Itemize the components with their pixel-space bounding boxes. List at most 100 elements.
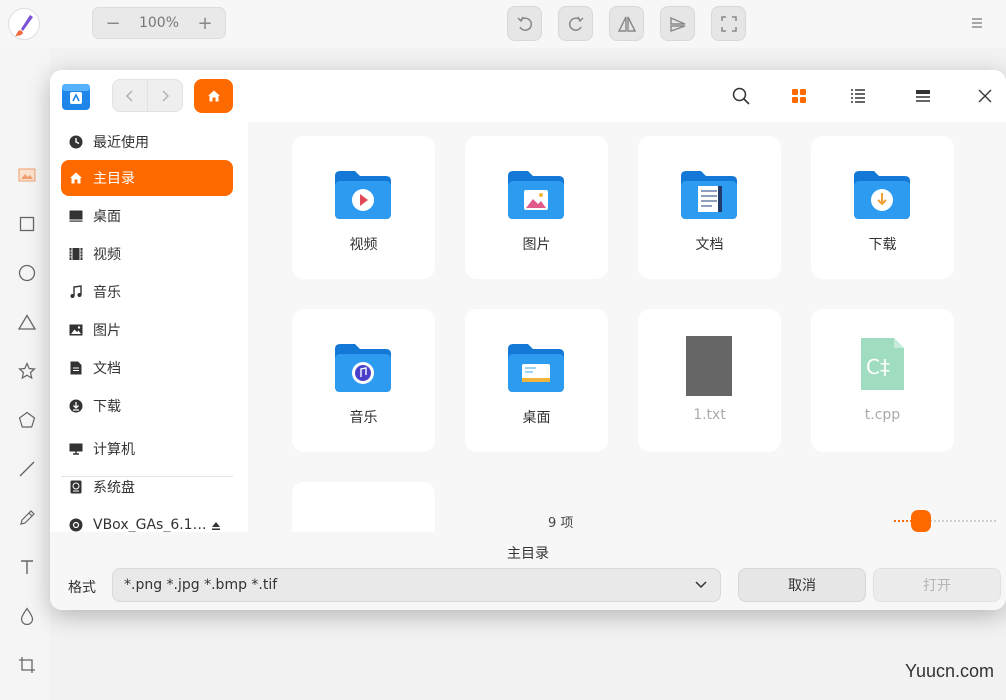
picture-icon bbox=[68, 322, 84, 338]
image-tool[interactable] bbox=[16, 164, 38, 186]
file-item-label: 视频 bbox=[349, 237, 378, 253]
breadcrumb-home-button[interactable] bbox=[194, 79, 233, 113]
sidebar-item-pictures[interactable]: 图片 bbox=[61, 312, 233, 348]
pentagon-icon bbox=[18, 411, 36, 428]
video-icon bbox=[68, 246, 84, 262]
flip-horizontal-button[interactable] bbox=[609, 6, 644, 41]
sidebar-item-label: 图片 bbox=[93, 323, 121, 339]
line-tool[interactable] bbox=[16, 458, 38, 480]
close-button[interactable] bbox=[974, 85, 996, 107]
back-button[interactable] bbox=[113, 80, 147, 111]
sidebar-item-home[interactable]: 主目录 bbox=[61, 160, 233, 196]
sidebar-item-label: 计算机 bbox=[93, 442, 135, 458]
dialog-titlebar bbox=[50, 70, 1006, 122]
flip-vertical-button[interactable] bbox=[660, 6, 695, 41]
icon-size-slider-handle[interactable] bbox=[911, 510, 931, 532]
ellipse-tool[interactable] bbox=[16, 262, 38, 284]
home-icon bbox=[207, 90, 220, 102]
document-icon bbox=[68, 360, 84, 376]
format-select[interactable]: *.png *.jpg *.bmp *.tif bbox=[112, 568, 721, 602]
line-icon bbox=[19, 461, 35, 477]
open-button[interactable]: 打开 bbox=[873, 568, 1001, 602]
grid-view-icon bbox=[792, 89, 806, 103]
video-folder-icon bbox=[335, 171, 391, 219]
file-item-pictures-folder[interactable]: 图片 bbox=[465, 136, 608, 279]
file-item-videos-folder[interactable]: 视频 bbox=[292, 136, 435, 279]
triangle-tool[interactable] bbox=[16, 311, 38, 333]
undo-button[interactable] bbox=[507, 6, 542, 41]
pencil-icon bbox=[20, 510, 35, 525]
main-menu-button[interactable] bbox=[970, 14, 984, 32]
search-icon bbox=[732, 87, 750, 105]
zoom-control: − 100% + bbox=[92, 7, 226, 39]
pencil-tool[interactable] bbox=[16, 507, 38, 529]
sidebar-item-videos[interactable]: 视频 bbox=[61, 236, 233, 272]
blur-tool[interactable] bbox=[16, 605, 38, 627]
file-item-label: 下载 bbox=[868, 237, 897, 253]
disk-icon bbox=[68, 479, 84, 495]
sidebar-item-downloads[interactable]: 下载 bbox=[61, 388, 233, 424]
icon-view-button[interactable] bbox=[788, 85, 810, 107]
file-item-t-cpp[interactable]: C‡ t.cpp bbox=[811, 309, 954, 452]
search-button[interactable] bbox=[730, 85, 752, 107]
text-icon bbox=[21, 560, 33, 574]
forward-button[interactable] bbox=[147, 80, 182, 111]
documents-folder-icon bbox=[681, 171, 737, 219]
desktop-icon bbox=[68, 208, 84, 224]
sidebar-item-label: 下载 bbox=[93, 399, 121, 415]
text-tool[interactable] bbox=[16, 556, 38, 578]
file-item-1-txt[interactable]: 1.txt bbox=[638, 309, 781, 452]
sidebar-item-desktop[interactable]: 桌面 bbox=[61, 198, 233, 234]
file-item-documents-folder[interactable]: 文档 bbox=[638, 136, 781, 279]
dialog-footer: 主目录 格式 *.png *.jpg *.bmp *.tif 取消 打开 bbox=[50, 532, 1006, 610]
sidebar-item-computer[interactable]: 计算机 bbox=[61, 431, 233, 467]
app-toolbar: − 100% + bbox=[0, 0, 1006, 48]
watermark-text: Yuucn.com bbox=[904, 661, 994, 681]
star-icon bbox=[18, 362, 36, 380]
file-item-label: 1.txt bbox=[693, 407, 726, 423]
list-view-button[interactable] bbox=[847, 85, 869, 107]
chevron-right-icon bbox=[162, 90, 169, 101]
sidebar-item-system-disk[interactable]: 系统盘 bbox=[61, 469, 233, 505]
icon-size-slider-track[interactable] bbox=[930, 520, 996, 523]
sidebar-item-label: 主目录 bbox=[93, 171, 135, 187]
star-tool[interactable] bbox=[16, 360, 38, 382]
item-count: 9 项 bbox=[548, 516, 574, 531]
svg-text:C‡: C‡ bbox=[866, 355, 890, 379]
crop-tool[interactable] bbox=[16, 654, 38, 676]
fit-screen-button[interactable] bbox=[711, 6, 746, 41]
file-item-label: 文档 bbox=[695, 237, 724, 253]
sidebar-item-recent[interactable]: 最近使用 bbox=[61, 124, 233, 160]
file-item-label: t.cpp bbox=[864, 407, 901, 423]
places-sidebar: 最近使用 主目录 桌面 视频 音乐 图片 文档 下载 计算机 系统盘 VBox_… bbox=[50, 122, 248, 533]
detail-view-button[interactable] bbox=[912, 85, 934, 107]
triangle-icon bbox=[18, 314, 36, 330]
file-item-downloads-folder[interactable]: 下载 bbox=[811, 136, 954, 279]
file-item-desktop-folder[interactable]: 桌面 bbox=[465, 309, 608, 452]
cpp-file-icon: C‡ bbox=[861, 338, 904, 390]
redo-button[interactable] bbox=[558, 6, 593, 41]
hamburger-icon bbox=[972, 18, 982, 28]
ellipse-icon bbox=[18, 264, 36, 282]
sidebar-item-label: 视频 bbox=[93, 247, 121, 263]
zoom-level: 100% bbox=[138, 15, 180, 31]
pictures-folder-icon bbox=[508, 171, 564, 219]
rectangle-tool[interactable] bbox=[16, 213, 38, 235]
file-item-music-folder[interactable]: 音乐 bbox=[292, 309, 435, 452]
sidebar-item-label: 桌面 bbox=[93, 209, 121, 225]
file-manager-app-icon bbox=[61, 81, 91, 111]
tool-rail bbox=[0, 48, 50, 700]
zoom-out-button[interactable]: − bbox=[103, 13, 123, 34]
flip-horizontal-icon bbox=[617, 16, 636, 32]
polygon-tool[interactable] bbox=[16, 409, 38, 431]
zoom-in-button[interactable]: + bbox=[195, 13, 215, 34]
sidebar-item-music[interactable]: 音乐 bbox=[61, 274, 233, 310]
detail-view-icon bbox=[916, 90, 930, 102]
close-icon bbox=[978, 89, 992, 103]
file-grid: 视频 图片 文档 下载 音乐 桌面 1.txt C‡ t.cpp bbox=[248, 122, 1006, 532]
status-bar: 9 项 bbox=[50, 510, 1006, 532]
drop-icon bbox=[20, 607, 34, 625]
cancel-button[interactable]: 取消 bbox=[738, 568, 866, 602]
sidebar-item-label: 系统盘 bbox=[93, 480, 135, 496]
sidebar-item-documents[interactable]: 文档 bbox=[61, 350, 233, 386]
